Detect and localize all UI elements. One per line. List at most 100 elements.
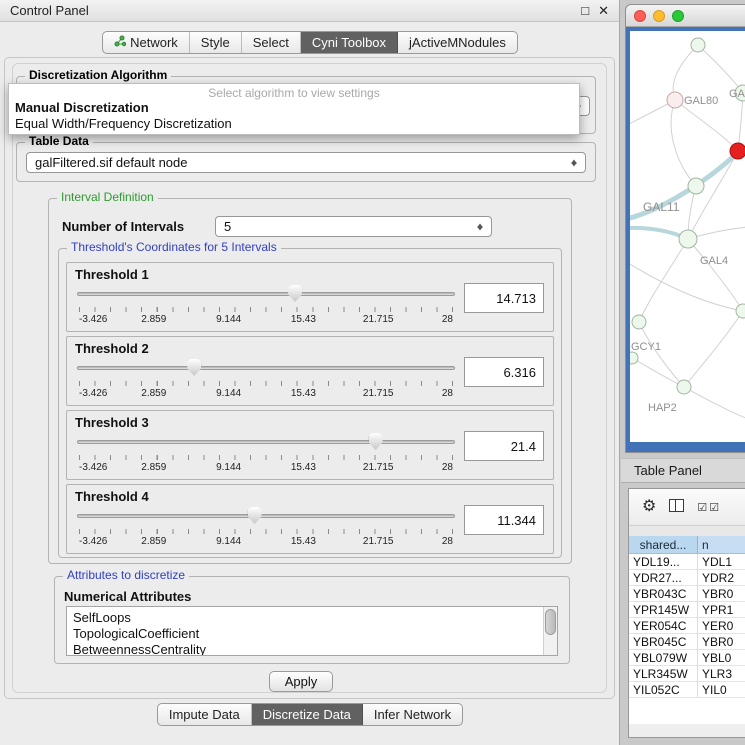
column-header-name[interactable]: n (698, 536, 745, 554)
numerical-attributes-list[interactable]: SelfLoops TopologicalCoefficient Between… (66, 606, 558, 656)
cell-name[interactable]: YIL0 (698, 682, 745, 697)
close-traffic-light[interactable] (634, 10, 646, 22)
tab-cyni-toolbox[interactable]: Cyni Toolbox (301, 32, 398, 53)
slider-track[interactable] (77, 514, 455, 518)
minimize-traffic-light[interactable] (653, 10, 665, 22)
top-tab-bar: Network Style Select Cyni Toolbox jActiv… (0, 31, 620, 54)
table-row[interactable]: YER054C YER0 (629, 618, 745, 634)
network-node-gal80[interactable] (667, 92, 683, 108)
slider-thumb[interactable] (187, 359, 201, 376)
network-view-window: GAL80 GAL GAL11 GAL4 GCY1 HAP2 (625, 4, 745, 453)
network-node[interactable] (632, 315, 646, 329)
cell-shared-name[interactable]: YDR27... (629, 570, 698, 585)
tab-style-label: Style (201, 35, 230, 50)
scale-label: 21.715 (363, 388, 394, 399)
slider-track[interactable] (77, 440, 455, 444)
network-canvas[interactable]: GAL80 GAL GAL11 GAL4 GCY1 HAP2 (630, 31, 745, 442)
num-intervals-select[interactable]: 5 (215, 216, 492, 237)
network-node[interactable] (630, 352, 638, 364)
threshold-1-value-field[interactable]: 14.713 (464, 283, 544, 313)
threshold-2-slider[interactable] (77, 359, 455, 377)
threshold-4-slider[interactable] (77, 507, 455, 525)
slider-thumb[interactable] (369, 433, 383, 450)
list-item[interactable]: SelfLoops (67, 610, 557, 626)
spinner-arrows-icon (476, 220, 485, 233)
list-scrollbar-thumb[interactable] (545, 609, 556, 635)
tab-discretize-data[interactable]: Discretize Data (252, 704, 363, 725)
network-node-labels: GAL80 GAL GAL11 GAL4 GCY1 HAP2 (631, 88, 745, 414)
dropdown-option-manual-discretization[interactable]: Manual Discretization (9, 99, 579, 115)
cell-shared-name[interactable]: YLR345W (629, 666, 698, 681)
restore-icon[interactable]: □ (581, 0, 589, 22)
cell-shared-name[interactable]: YER054C (629, 618, 698, 633)
cell-shared-name[interactable]: YBR045C (629, 634, 698, 649)
table-row[interactable]: YIL052C YIL0 (629, 682, 745, 698)
close-icon[interactable]: ✕ (598, 0, 609, 22)
gear-icon[interactable]: ⚙ (642, 499, 656, 515)
cell-shared-name[interactable]: YBL079W (629, 650, 698, 665)
cell-name[interactable]: YER0 (698, 618, 745, 633)
slider-track[interactable] (77, 366, 455, 370)
threshold-1-slider[interactable] (77, 285, 455, 303)
cell-name[interactable]: YLR3 (698, 666, 745, 681)
threshold-2-value-field[interactable]: 6.316 (464, 357, 544, 387)
cell-shared-name[interactable]: YBR043C (629, 586, 698, 601)
cell-name[interactable]: YBL0 (698, 650, 745, 665)
table-row[interactable]: YLR345W YLR3 (629, 666, 745, 682)
top-tab-strip: Network Style Select Cyni Toolbox jActiv… (102, 31, 518, 54)
table-data-select[interactable]: galFiltered.sif default node (26, 152, 586, 173)
list-scrollbar[interactable] (543, 607, 557, 655)
tab-network[interactable]: Network (103, 32, 190, 53)
tab-style[interactable]: Style (190, 32, 242, 53)
apply-button[interactable]: Apply (269, 671, 333, 692)
network-node[interactable] (688, 178, 704, 194)
cell-name[interactable]: YDR2 (698, 570, 745, 585)
cell-name[interactable]: YBR0 (698, 586, 745, 601)
table-row[interactable]: YDL19... YDL1 (629, 554, 745, 570)
algorithm-group-title: Discretization Algorithm (25, 68, 171, 82)
tab-infer-network[interactable]: Infer Network (363, 704, 462, 725)
cell-shared-name[interactable]: YIL052C (629, 682, 698, 697)
tab-select[interactable]: Select (242, 32, 301, 53)
slider-ticks (79, 529, 453, 534)
zoom-traffic-light[interactable] (672, 10, 684, 22)
scale-label: 28 (442, 388, 453, 399)
tab-impute-data[interactable]: Impute Data (158, 704, 252, 725)
threshold-4-value-field[interactable]: 11.344 (464, 505, 544, 535)
table-row[interactable]: YBR043C YBR0 (629, 586, 745, 602)
threshold-3-slider[interactable] (77, 433, 455, 451)
cell-name[interactable]: YDL1 (698, 554, 745, 569)
network-node[interactable] (679, 230, 697, 248)
tab-cyni-toolbox-label: Cyni Toolbox (312, 35, 386, 50)
threshold-3-value-field[interactable]: 21.4 (464, 431, 544, 461)
cell-shared-name[interactable]: YDL19... (629, 554, 698, 569)
cell-shared-name[interactable]: YPR145W (629, 602, 698, 617)
column-header-shared-name[interactable]: shared... (629, 536, 698, 554)
scale-label: 9.144 (216, 314, 241, 325)
table-header-row: shared... n (629, 536, 745, 554)
scale-label: 28 (442, 462, 453, 473)
dropdown-option-equal-width[interactable]: Equal Width/Frequency Discretization (9, 115, 579, 131)
slider-track[interactable] (77, 292, 455, 296)
select-checkboxes-icon[interactable]: ☑☑ (697, 501, 721, 514)
network-node[interactable] (677, 380, 691, 394)
table-row[interactable]: YBR045C YBR0 (629, 634, 745, 650)
tab-jactivemnodules[interactable]: jActiveMNodules (398, 32, 517, 53)
network-node[interactable] (691, 38, 705, 52)
table-row[interactable]: YPR145W YPR1 (629, 602, 745, 618)
cell-name[interactable]: YBR0 (698, 634, 745, 649)
scale-label: 2.859 (141, 314, 166, 325)
list-item[interactable]: TopologicalCoefficient (67, 626, 557, 642)
network-node-label: GCY1 (631, 341, 661, 353)
slider-thumb[interactable] (248, 507, 262, 524)
list-item[interactable]: BetweennessCentrality (67, 642, 557, 656)
table-row[interactable]: YDR27... YDR2 (629, 570, 745, 586)
slider-thumb[interactable] (288, 285, 302, 302)
cell-name[interactable]: YPR1 (698, 602, 745, 617)
table-row[interactable]: YBL079W YBL0 (629, 650, 745, 666)
columns-icon[interactable] (669, 499, 684, 515)
numerical-attributes-heading: Numerical Attributes (64, 589, 191, 604)
network-node[interactable] (736, 304, 745, 318)
network-node-label: GAL (729, 88, 745, 100)
network-node-selected-red[interactable] (730, 143, 745, 159)
